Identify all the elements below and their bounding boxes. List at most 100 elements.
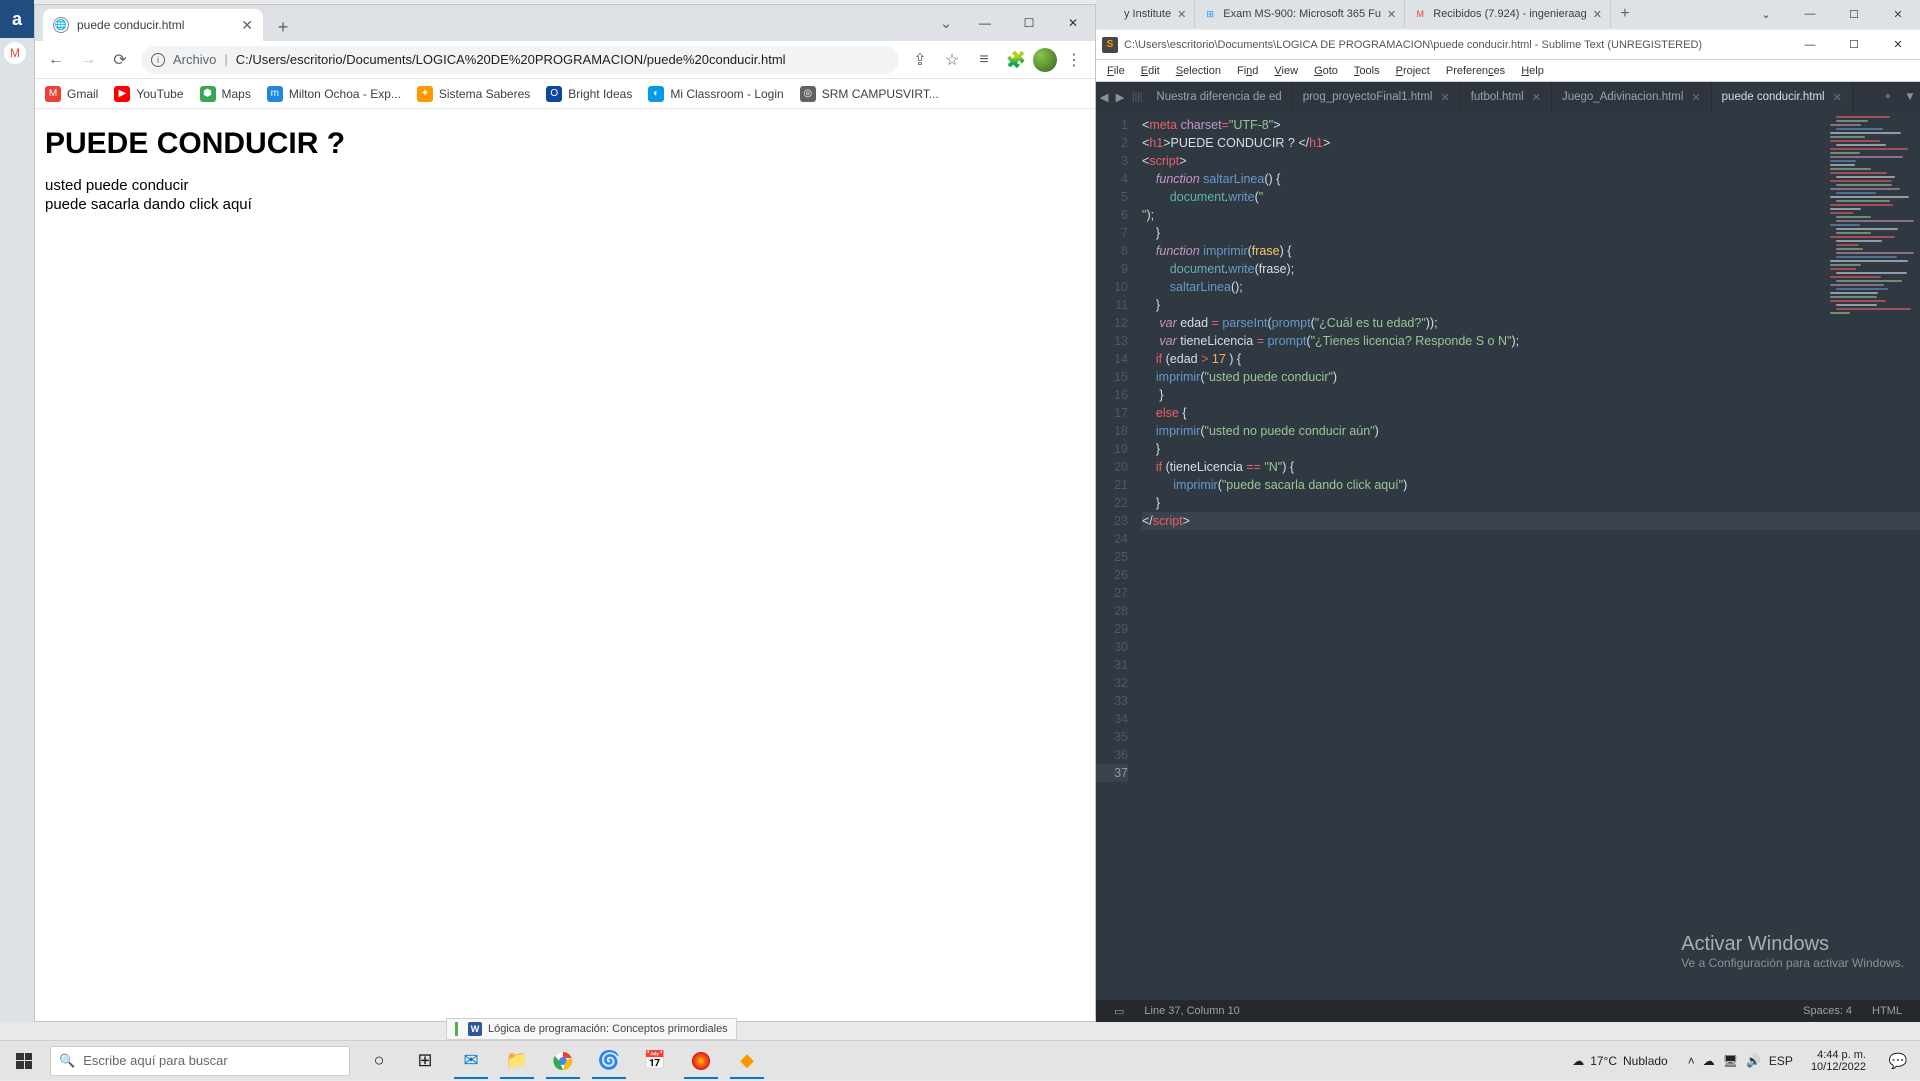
sublime-menubar: FileEditSelectionFindViewGotoToolsProjec… [1096,60,1920,82]
menu-item-view[interactable]: View [1267,65,1305,77]
new-file-tab-button[interactable]: + [1876,82,1900,112]
close-tab-icon[interactable]: ✕ [1387,8,1396,21]
taskbar-preview-tooltip[interactable]: W Lógica de programación: Conceptos prim… [446,1018,737,1040]
profile-avatar[interactable] [1033,48,1057,72]
file-tab[interactable]: futbol.html✕ [1461,82,1552,112]
volume-icon[interactable]: 🔊 [1746,1054,1761,1068]
bookmark-item[interactable]: MGmail [45,86,98,102]
preview-accent-bar [455,1022,458,1036]
close-window-button[interactable]: ✕ [1876,30,1920,60]
bookmark-item[interactable]: ⬢Maps [200,86,251,102]
code-editor[interactable]: <meta charset="UTF-8"><h1>PUEDE CONDUCIR… [1136,112,1920,1000]
windows-taskbar: 🔍 Escribe aquí para buscar ○ ⊞ ✉ 📁 🌀 📅 ◆… [0,1040,1920,1080]
background-tab[interactable]: MRecibidos (7.924) - ingenieraag✕ [1405,0,1611,28]
weather-widget[interactable]: ☁ 17°C Nublado [1564,1054,1676,1068]
share-icon[interactable]: ⇪ [905,45,935,75]
minimize-button[interactable]: — [963,8,1007,38]
close-window-button[interactable]: ✕ [1876,0,1920,28]
minimize-button[interactable]: — [1788,0,1832,28]
status-language[interactable]: HTML [1862,1005,1912,1017]
close-tab-icon[interactable]: ✕ [241,17,253,34]
address-bar[interactable]: i Archivo | C:/Users/escritorio/Document… [141,46,899,74]
notifications-icon[interactable]: 💬 [1880,1052,1916,1070]
close-tab-icon[interactable]: ✕ [1177,8,1186,21]
maximize-button[interactable]: ☐ [1832,0,1876,28]
bookmark-item[interactable]: ▶YouTube [114,86,183,102]
tab-menu-dropdown-icon[interactable]: ▼ [1900,82,1920,112]
tabs-dropdown-icon[interactable]: ⌄ [929,8,963,38]
reload-button[interactable]: ⟳ [105,45,135,75]
onedrive-icon[interactable]: ☁ [1703,1054,1715,1068]
bookmark-item[interactable]: ✦Sistema Saberes [417,86,530,102]
file-tab[interactable]: Juego_Adivinacion.html✕ [1552,82,1712,112]
gmail-icon: M [4,42,26,64]
page-text-line-1: usted puede conducir [45,177,1085,196]
cortana-icon[interactable]: ○ [356,1041,402,1081]
calendar-app-icon[interactable]: 📅 [632,1041,678,1081]
menu-item-goto[interactable]: Goto [1307,65,1345,77]
tab-scroll-left-icon[interactable]: ◀ [1096,82,1112,112]
file-tab[interactable]: prog_proyectoFinal1.html✕ [1293,82,1461,112]
chevron-up-icon[interactable]: ˄ [1688,1054,1695,1068]
maximize-button[interactable]: ☐ [1007,8,1051,38]
background-window-controls: ⌄—☐✕ [1744,0,1920,28]
menu-item-project[interactable]: Project [1389,65,1437,77]
url-path: C:/Users/escritorio/Documents/LOGICA%20D… [236,52,786,67]
close-tab-icon[interactable]: ✕ [1593,8,1602,21]
chrome-tab-active[interactable]: 🌐 puede conducir.html ✕ [43,9,263,41]
line-number-gutter: 1234567891011121314151617181920212223242… [1096,112,1136,1000]
background-tab[interactable]: y Institute✕ [1096,0,1195,28]
selection-mode-icon[interactable]: ▭ [1104,1005,1134,1018]
menu-item-tools[interactable]: Tools [1347,65,1387,77]
bookmark-item[interactable]: ◎SRM CAMPUSVIRT... [800,86,939,102]
menu-item-help[interactable]: Help [1514,65,1551,77]
status-indent[interactable]: Spaces: 4 [1793,1005,1862,1017]
bookmark-item[interactable]: OBright Ideas [546,86,632,102]
copilot-app-icon[interactable] [678,1041,724,1081]
menu-item-selection[interactable]: Selection [1169,65,1228,77]
bookmark-favicon-icon: M [45,86,61,102]
bookmark-item[interactable]: ◐Mi Classroom - Login [648,86,783,102]
sublime-app-icon[interactable]: ◆ [724,1041,770,1081]
background-tab[interactable]: ⊞Exam MS-900: Microsoft 365 Fu✕ [1195,0,1405,28]
star-icon[interactable]: ☆ [937,45,967,75]
edge-app-icon[interactable]: 🌀 [586,1041,632,1081]
minimize-button[interactable]: — [1788,30,1832,60]
extensions-icon[interactable]: 🧩 [1001,45,1031,75]
file-explorer-icon[interactable]: 📁 [494,1041,540,1081]
bookmark-favicon-icon: ⬢ [200,86,216,102]
close-window-button[interactable]: ✕ [1051,8,1095,38]
file-tab[interactable]: puede conducir.html✕ [1712,82,1853,112]
menu-item-preferences[interactable]: Preferences [1439,65,1512,77]
menu-icon[interactable]: ⋮ [1059,45,1089,75]
reading-list-icon[interactable]: ≡ [969,45,999,75]
menu-item-find[interactable]: Find [1230,65,1265,77]
start-button[interactable] [0,1041,48,1081]
new-tab-button[interactable]: + [1611,5,1639,23]
bookmark-item[interactable]: mMilton Ochoa - Exp... [267,86,401,102]
menu-item-edit[interactable]: Edit [1134,65,1167,77]
new-tab-button[interactable]: + [269,13,297,41]
close-tab-icon[interactable]: ✕ [1833,91,1842,104]
taskbar-search[interactable]: 🔍 Escribe aquí para buscar [50,1046,350,1076]
site-info-icon[interactable]: i [151,53,165,67]
close-tab-icon[interactable]: ✕ [1691,91,1700,104]
task-view-icon[interactable]: ⊞ [402,1041,448,1081]
file-tab[interactable]: Nuestra diferencia de ed [1146,82,1292,112]
chrome-app-icon[interactable] [540,1041,586,1081]
maximize-button[interactable]: ☐ [1832,30,1876,60]
preview-title: Lógica de programación: Conceptos primor… [488,1023,728,1035]
tab-scroll-right-icon[interactable]: ▶ [1112,82,1128,112]
tabs-dropdown-icon[interactable]: ⌄ [1744,0,1788,28]
menu-item-file[interactable]: File [1100,65,1132,77]
back-button[interactable]: ← [41,45,71,75]
weather-desc: Nublado [1623,1054,1668,1068]
taskbar-clock[interactable]: 4:44 p. m. 10/12/2022 [1805,1049,1872,1073]
forward-button[interactable]: → [73,45,103,75]
close-tab-icon[interactable]: ✕ [1532,91,1541,104]
mail-app-icon[interactable]: ✉ [448,1041,494,1081]
display-icon[interactable]: 🖥 [1723,1054,1738,1068]
minimap[interactable] [1828,116,1918,336]
close-tab-icon[interactable]: ✕ [1440,91,1449,104]
language-indicator[interactable]: ESP [1769,1054,1793,1068]
